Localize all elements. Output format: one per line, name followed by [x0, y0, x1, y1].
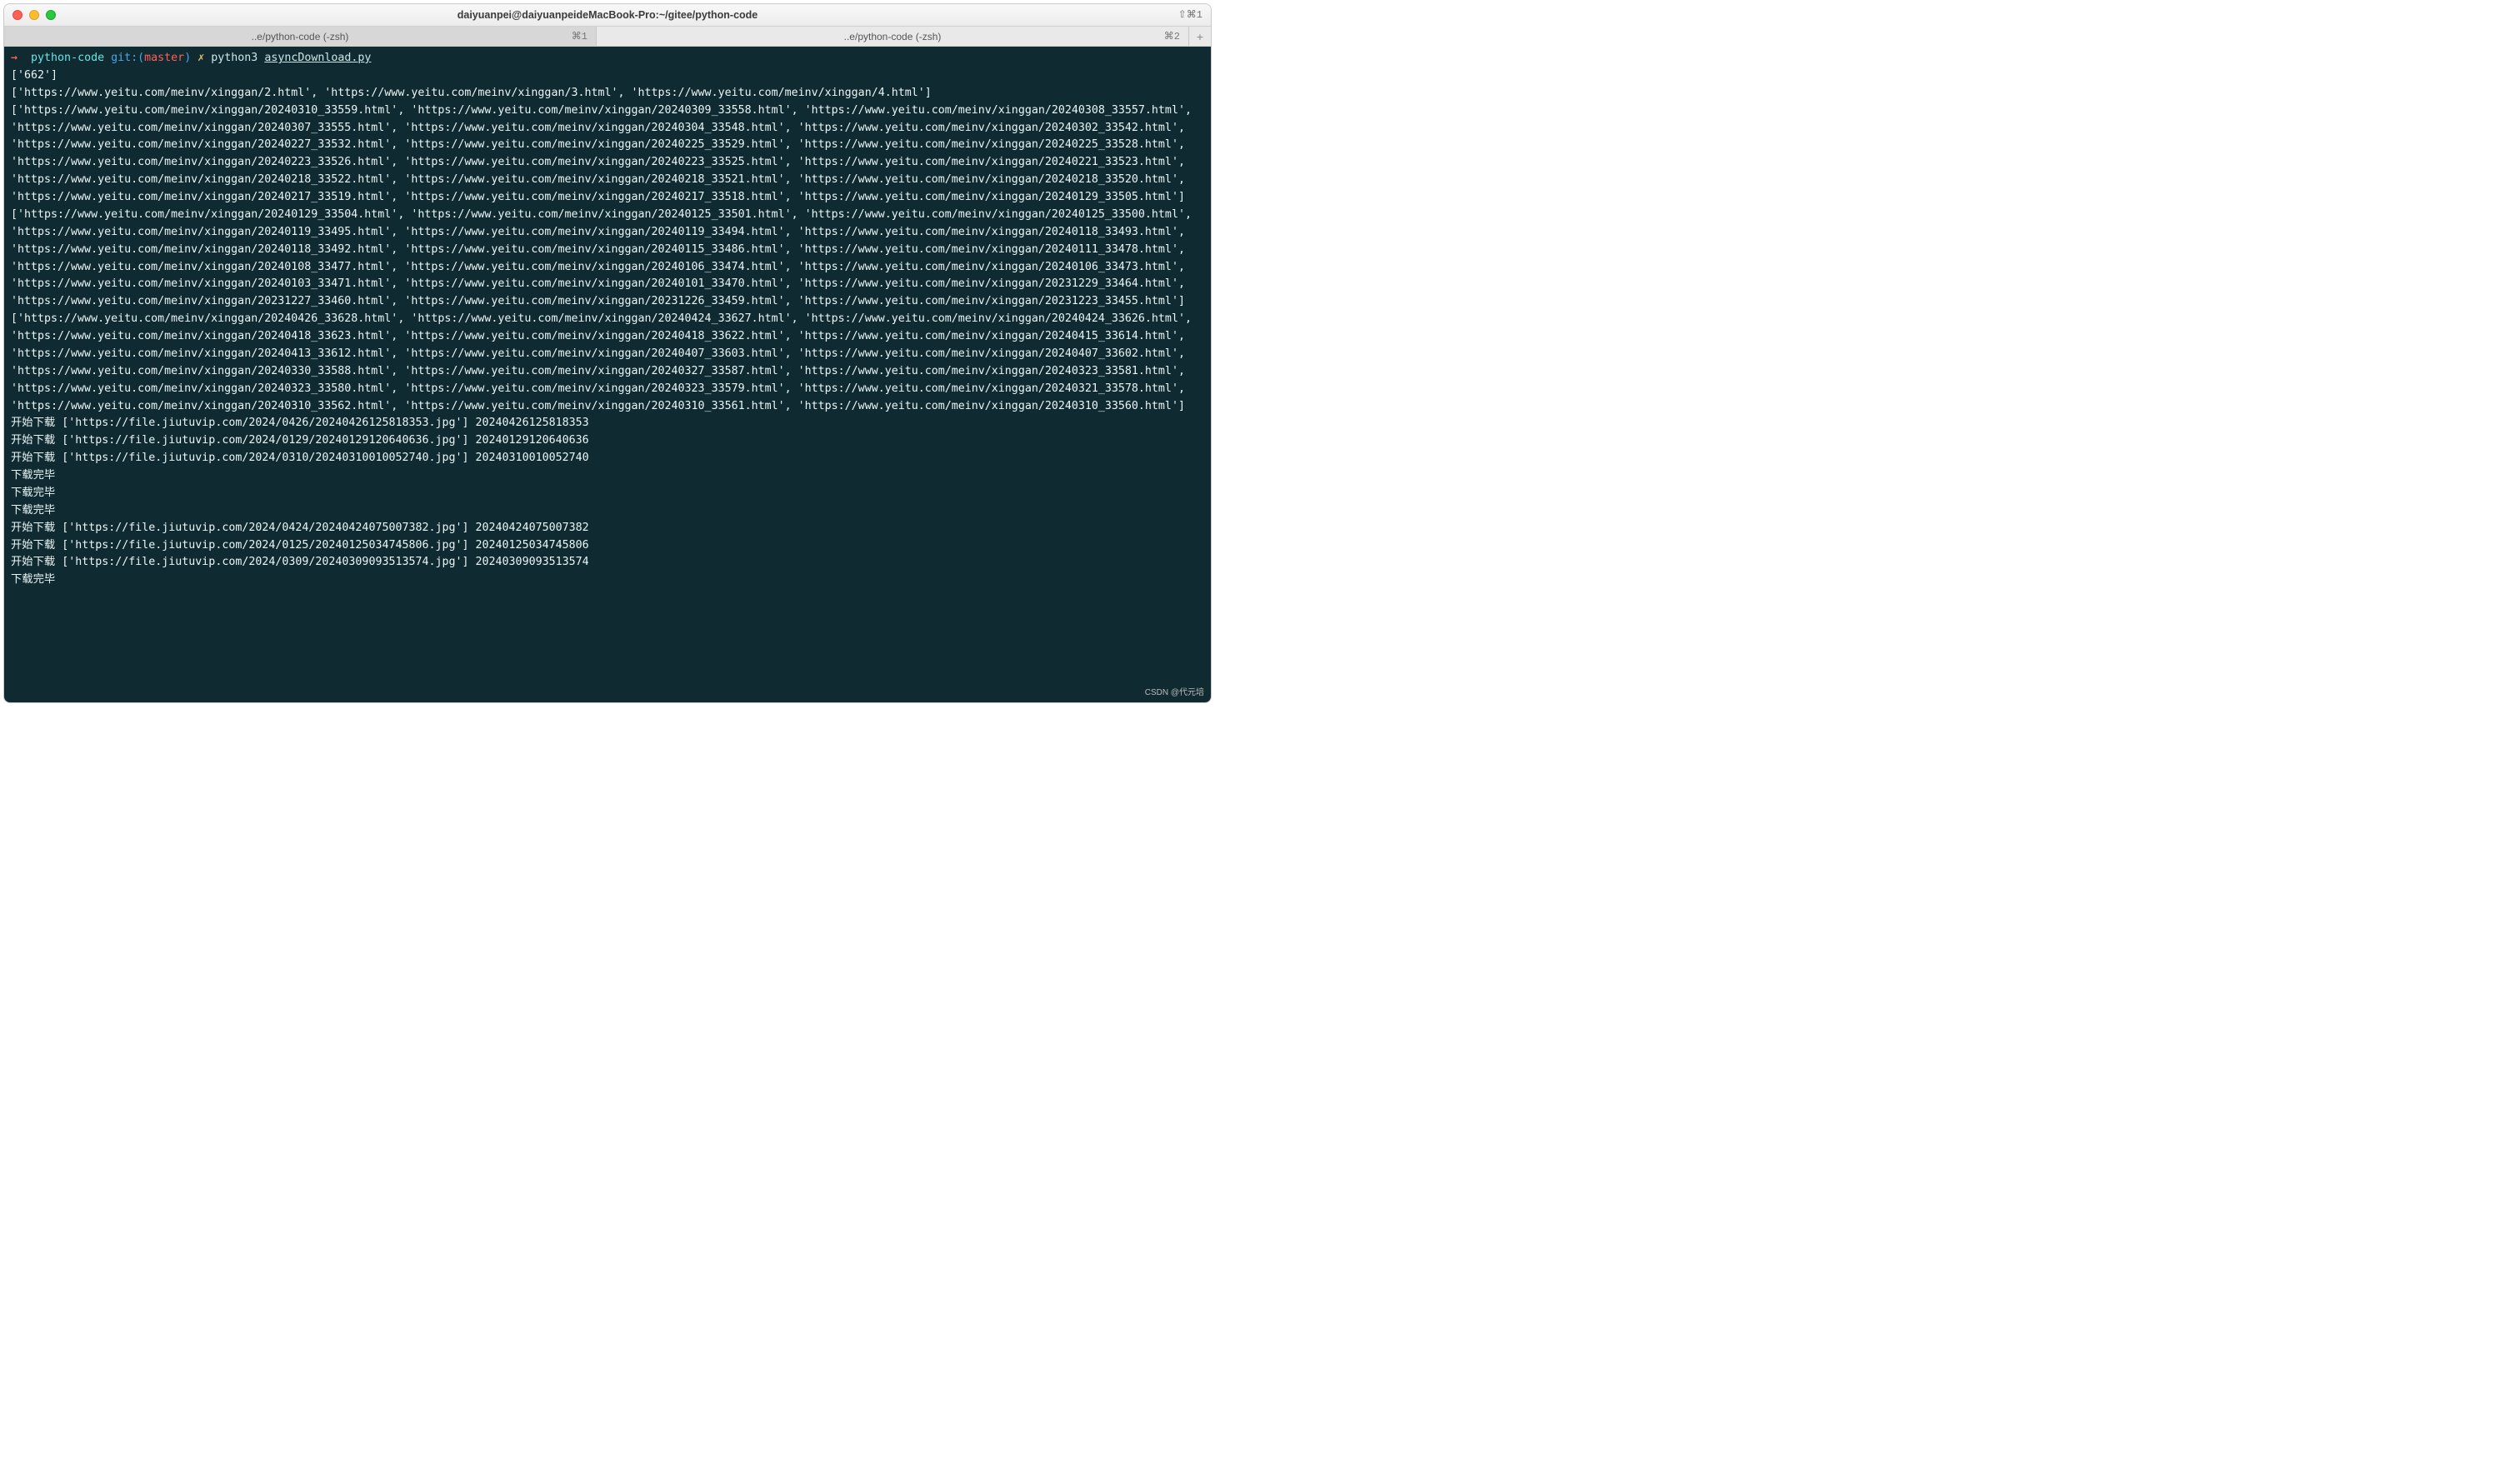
window-hotkey: ⇧⌘1	[1178, 8, 1202, 21]
tab-1[interactable]: ..e/python-code (-zsh) ⌘1	[4, 27, 597, 46]
tab-2-label: ..e/python-code (-zsh)	[597, 31, 1188, 42]
tab-1-label: ..e/python-code (-zsh)	[4, 31, 596, 42]
tab-1-hotkey: ⌘1	[572, 30, 588, 42]
new-tab-button[interactable]: +	[1189, 27, 1211, 46]
traffic-lights	[12, 10, 56, 20]
terminal-output[interactable]: → python-code git:(master) ✗ python3 asy…	[4, 47, 1211, 702]
terminal-window: daiyuanpei@daiyuanpeideMacBook-Pro:~/git…	[3, 3, 1212, 703]
tab-2[interactable]: ..e/python-code (-zsh) ⌘2	[597, 27, 1189, 46]
output-dl-4: 开始下载 ['https://file.jiutuvip.com/2024/04…	[11, 522, 589, 534]
tab-strip: ..e/python-code (-zsh) ⌘1 ..e/python-cod…	[4, 27, 1211, 47]
minimize-icon[interactable]	[29, 10, 39, 20]
prompt-dirty-icon: ✗	[198, 52, 204, 64]
tab-2-hotkey: ⌘2	[1164, 30, 1180, 42]
window-titlebar: daiyuanpei@daiyuanpeideMacBook-Pro:~/git…	[4, 4, 1211, 27]
output-list-3: ['https://www.yeitu.com/meinv/xinggan/20…	[11, 208, 1198, 307]
command-arg: asyncDownload.py	[264, 52, 371, 64]
prompt-branch: master	[144, 52, 184, 64]
output-dl-5: 开始下载 ['https://file.jiutuvip.com/2024/01…	[11, 539, 589, 552]
output-done-1: 下载完毕	[11, 469, 55, 482]
close-icon[interactable]	[12, 10, 22, 20]
output-dl-1: 开始下载 ['https://file.jiutuvip.com/2024/04…	[11, 417, 589, 429]
prompt-git-close: )	[184, 52, 191, 64]
output-dl-6: 开始下载 ['https://file.jiutuvip.com/2024/03…	[11, 556, 589, 568]
output-list-1: ['https://www.yeitu.com/meinv/xinggan/2.…	[11, 87, 932, 99]
output-list-2: ['https://www.yeitu.com/meinv/xinggan/20…	[11, 104, 1198, 203]
window-title: daiyuanpei@daiyuanpeideMacBook-Pro:~/git…	[4, 9, 1211, 21]
prompt-arrow-icon: →	[11, 52, 18, 64]
prompt-dir: python-code	[31, 52, 104, 64]
output-done-4: 下载完毕	[11, 573, 55, 586]
output-done-3: 下载完毕	[11, 504, 55, 517]
output-dl-2: 开始下载 ['https://file.jiutuvip.com/2024/01…	[11, 434, 589, 447]
zoom-icon[interactable]	[46, 10, 56, 20]
watermark: CSDN @代元培	[1145, 685, 1204, 697]
output-dl-3: 开始下载 ['https://file.jiutuvip.com/2024/03…	[11, 452, 589, 464]
prompt-git-label: git:(	[111, 52, 144, 64]
command-bin: python3	[211, 52, 258, 64]
output-list-4: ['https://www.yeitu.com/meinv/xinggan/20…	[11, 312, 1198, 412]
output-line-0: ['662']	[11, 69, 58, 82]
output-done-2: 下载完毕	[11, 487, 55, 499]
